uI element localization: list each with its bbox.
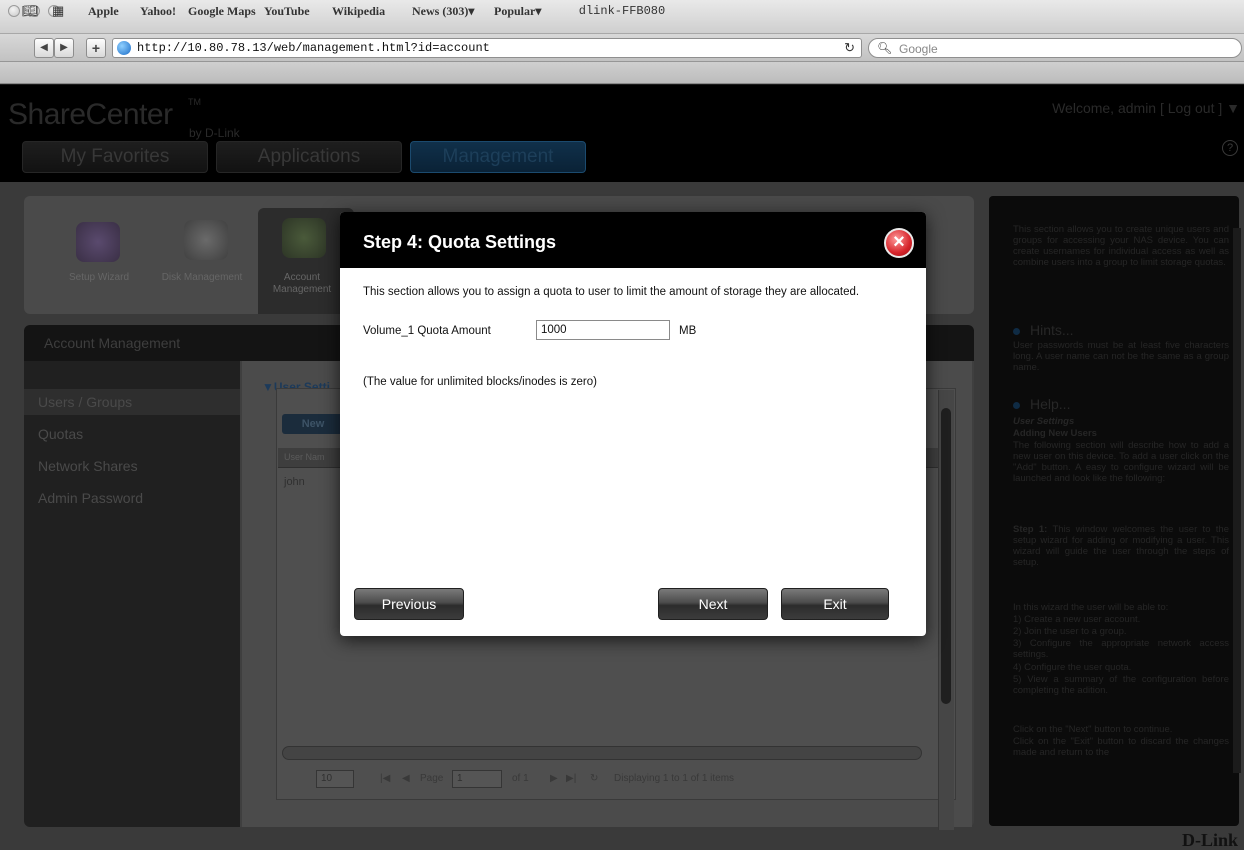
- grid-scroll-thumb[interactable]: [941, 408, 951, 704]
- logo-trademark: TM: [188, 97, 201, 107]
- bookmarks-bar: [0, 62, 1244, 84]
- next-button[interactable]: Next: [658, 588, 768, 620]
- bookmark-google-maps[interactable]: Google Maps: [188, 4, 256, 19]
- help-scrollbar[interactable]: [1233, 228, 1241, 773]
- help-step1: Step 1: This window welcomes the user to…: [1013, 524, 1229, 568]
- bookmark-apple[interactable]: Apple: [88, 4, 119, 19]
- help-exit-text: Click on the "Exit" button to discard th…: [1013, 736, 1229, 758]
- exit-button[interactable]: Exit: [781, 588, 889, 620]
- page-label: Page: [420, 773, 444, 784]
- quota-amount-input[interactable]: [536, 320, 670, 340]
- window-title: dlink-FFB080: [578, 4, 666, 18]
- help-next-text: Click on the "Next" button to continue.: [1013, 724, 1173, 735]
- sidebar-item-admin-password[interactable]: Admin Password: [38, 490, 143, 506]
- help-list-item: 4) Configure the user quota.: [1013, 662, 1132, 673]
- dialog-description: This section allows you to assign a quot…: [363, 286, 860, 298]
- help-intro: This section allows you to create unique…: [1013, 224, 1229, 268]
- address-bar[interactable]: http://10.80.78.13/web/management.html?i…: [112, 38, 862, 58]
- help-list-item: 2) Join the user to a group.: [1013, 626, 1127, 637]
- logo-by-dlink: by D-Link: [189, 126, 240, 140]
- column-header-user-name[interactable]: User Nam: [284, 452, 325, 462]
- table-row[interactable]: john: [284, 476, 305, 488]
- close-icon[interactable]: ×: [884, 228, 914, 258]
- help-list-intro: In this wizard the user will be able to:: [1013, 602, 1169, 613]
- people-gear-icon[interactable]: [282, 218, 326, 258]
- bookmarks-book-icon[interactable]: 📖︎: [22, 3, 39, 19]
- help-list-item: 3) Configure the appropriate network acc…: [1013, 638, 1229, 660]
- disk-icon[interactable]: [184, 220, 228, 260]
- hints-text: User passwords must be at least five cha…: [1013, 340, 1229, 373]
- refresh-icon[interactable]: ↻: [590, 773, 598, 784]
- help-subtitle: User Settings: [1013, 416, 1075, 427]
- bookmark-yahoo[interactable]: Yahoo!: [140, 4, 176, 19]
- reload-icon[interactable]: ↻: [844, 40, 855, 56]
- forward-button[interactable]: ▶: [54, 38, 74, 58]
- dialog-note: (The value for unlimited blocks/inodes i…: [363, 376, 597, 388]
- sidebar-item-quotas[interactable]: Quotas: [38, 426, 83, 442]
- bullet-icon: [1013, 402, 1020, 409]
- hints-heading: Hints...: [1013, 322, 1074, 338]
- new-user-button[interactable]: New: [282, 414, 344, 434]
- search-icon: 🔍︎: [877, 41, 893, 55]
- dialog-title: Step 4: Quota Settings: [363, 232, 557, 252]
- bookmark-news[interactable]: News (303)▾: [412, 4, 474, 19]
- quota-unit-label: MB: [679, 325, 697, 337]
- next-page-icon[interactable]: ▶: [550, 773, 558, 784]
- prev-page-icon[interactable]: ◀: [402, 773, 410, 784]
- search-input[interactable]: 🔍︎ Google: [868, 38, 1242, 58]
- search-placeholder: Google: [899, 42, 938, 56]
- quota-amount-label: Volume_1 Quota Amount: [363, 325, 491, 337]
- help-paragraph: The following section will describe how …: [1013, 440, 1229, 484]
- grid-pager: 10 |◀ ◀ Page 1 of 1 ▶ ▶| ↻ Displaying 1 …: [280, 768, 930, 792]
- help-heading: Help...: [1013, 396, 1070, 412]
- back-button[interactable]: ◀: [34, 38, 54, 58]
- help-title: Help...: [1030, 396, 1071, 412]
- bookmark-wikipedia[interactable]: Wikipedia: [332, 4, 385, 19]
- add-bookmark-button[interactable]: +: [86, 38, 106, 58]
- top-sites-grid-icon[interactable]: ▦: [52, 3, 64, 19]
- feature-label-account-management: Account Management: [272, 272, 332, 295]
- url-text: http://10.80.78.13/web/management.html?i…: [137, 41, 490, 55]
- sidebar-item-network-shares[interactable]: Network Shares: [38, 458, 138, 474]
- last-page-icon[interactable]: ▶|: [566, 773, 576, 784]
- hints-title: Hints...: [1030, 322, 1074, 338]
- help-list-item: 5) View a summary of the configuration b…: [1013, 674, 1229, 696]
- sidebar-item-users-groups[interactable]: Users / Groups: [38, 394, 132, 410]
- grid-horizontal-scrollbar[interactable]: [282, 746, 922, 760]
- first-page-icon[interactable]: |◀: [380, 773, 390, 784]
- help-section-heading: Adding New Users: [1013, 428, 1097, 439]
- globe-icon: [117, 41, 131, 55]
- previous-button[interactable]: Previous: [354, 588, 464, 620]
- tab-my-favorites[interactable]: My Favorites: [22, 141, 208, 173]
- tab-management[interactable]: Management: [410, 141, 586, 173]
- sharecenter-logo: ShareCenter: [8, 98, 173, 131]
- welcome-logout[interactable]: Welcome, admin [ Log out ] ▼: [1052, 100, 1240, 116]
- page-number-input[interactable]: 1: [452, 770, 502, 788]
- dlink-footer-logo: D-Link: [1181, 830, 1238, 850]
- feature-label-disk-management: Disk Management: [161, 272, 243, 283]
- feature-label-setup-wizard: Setup Wizard: [68, 272, 130, 283]
- page-of-label: of 1: [512, 773, 529, 784]
- bookmark-popular[interactable]: Popular▾: [494, 4, 541, 19]
- help-list-item: 1) Create a new user account.: [1013, 614, 1141, 625]
- quota-settings-dialog: Step 4: Quota Settings × This section al…: [340, 212, 926, 636]
- step1-label: Step 1:: [1013, 524, 1048, 535]
- wand-icon[interactable]: [76, 222, 120, 262]
- page-size-select[interactable]: 10: [316, 770, 354, 788]
- help-icon[interactable]: ?: [1222, 140, 1238, 156]
- pager-status: Displaying 1 to 1 of 1 items: [614, 773, 735, 784]
- tab-applications[interactable]: Applications: [216, 141, 402, 173]
- bookmark-youtube[interactable]: YouTube: [264, 4, 310, 19]
- account-panel-title: Account Management: [44, 335, 181, 351]
- bullet-icon: [1013, 328, 1020, 335]
